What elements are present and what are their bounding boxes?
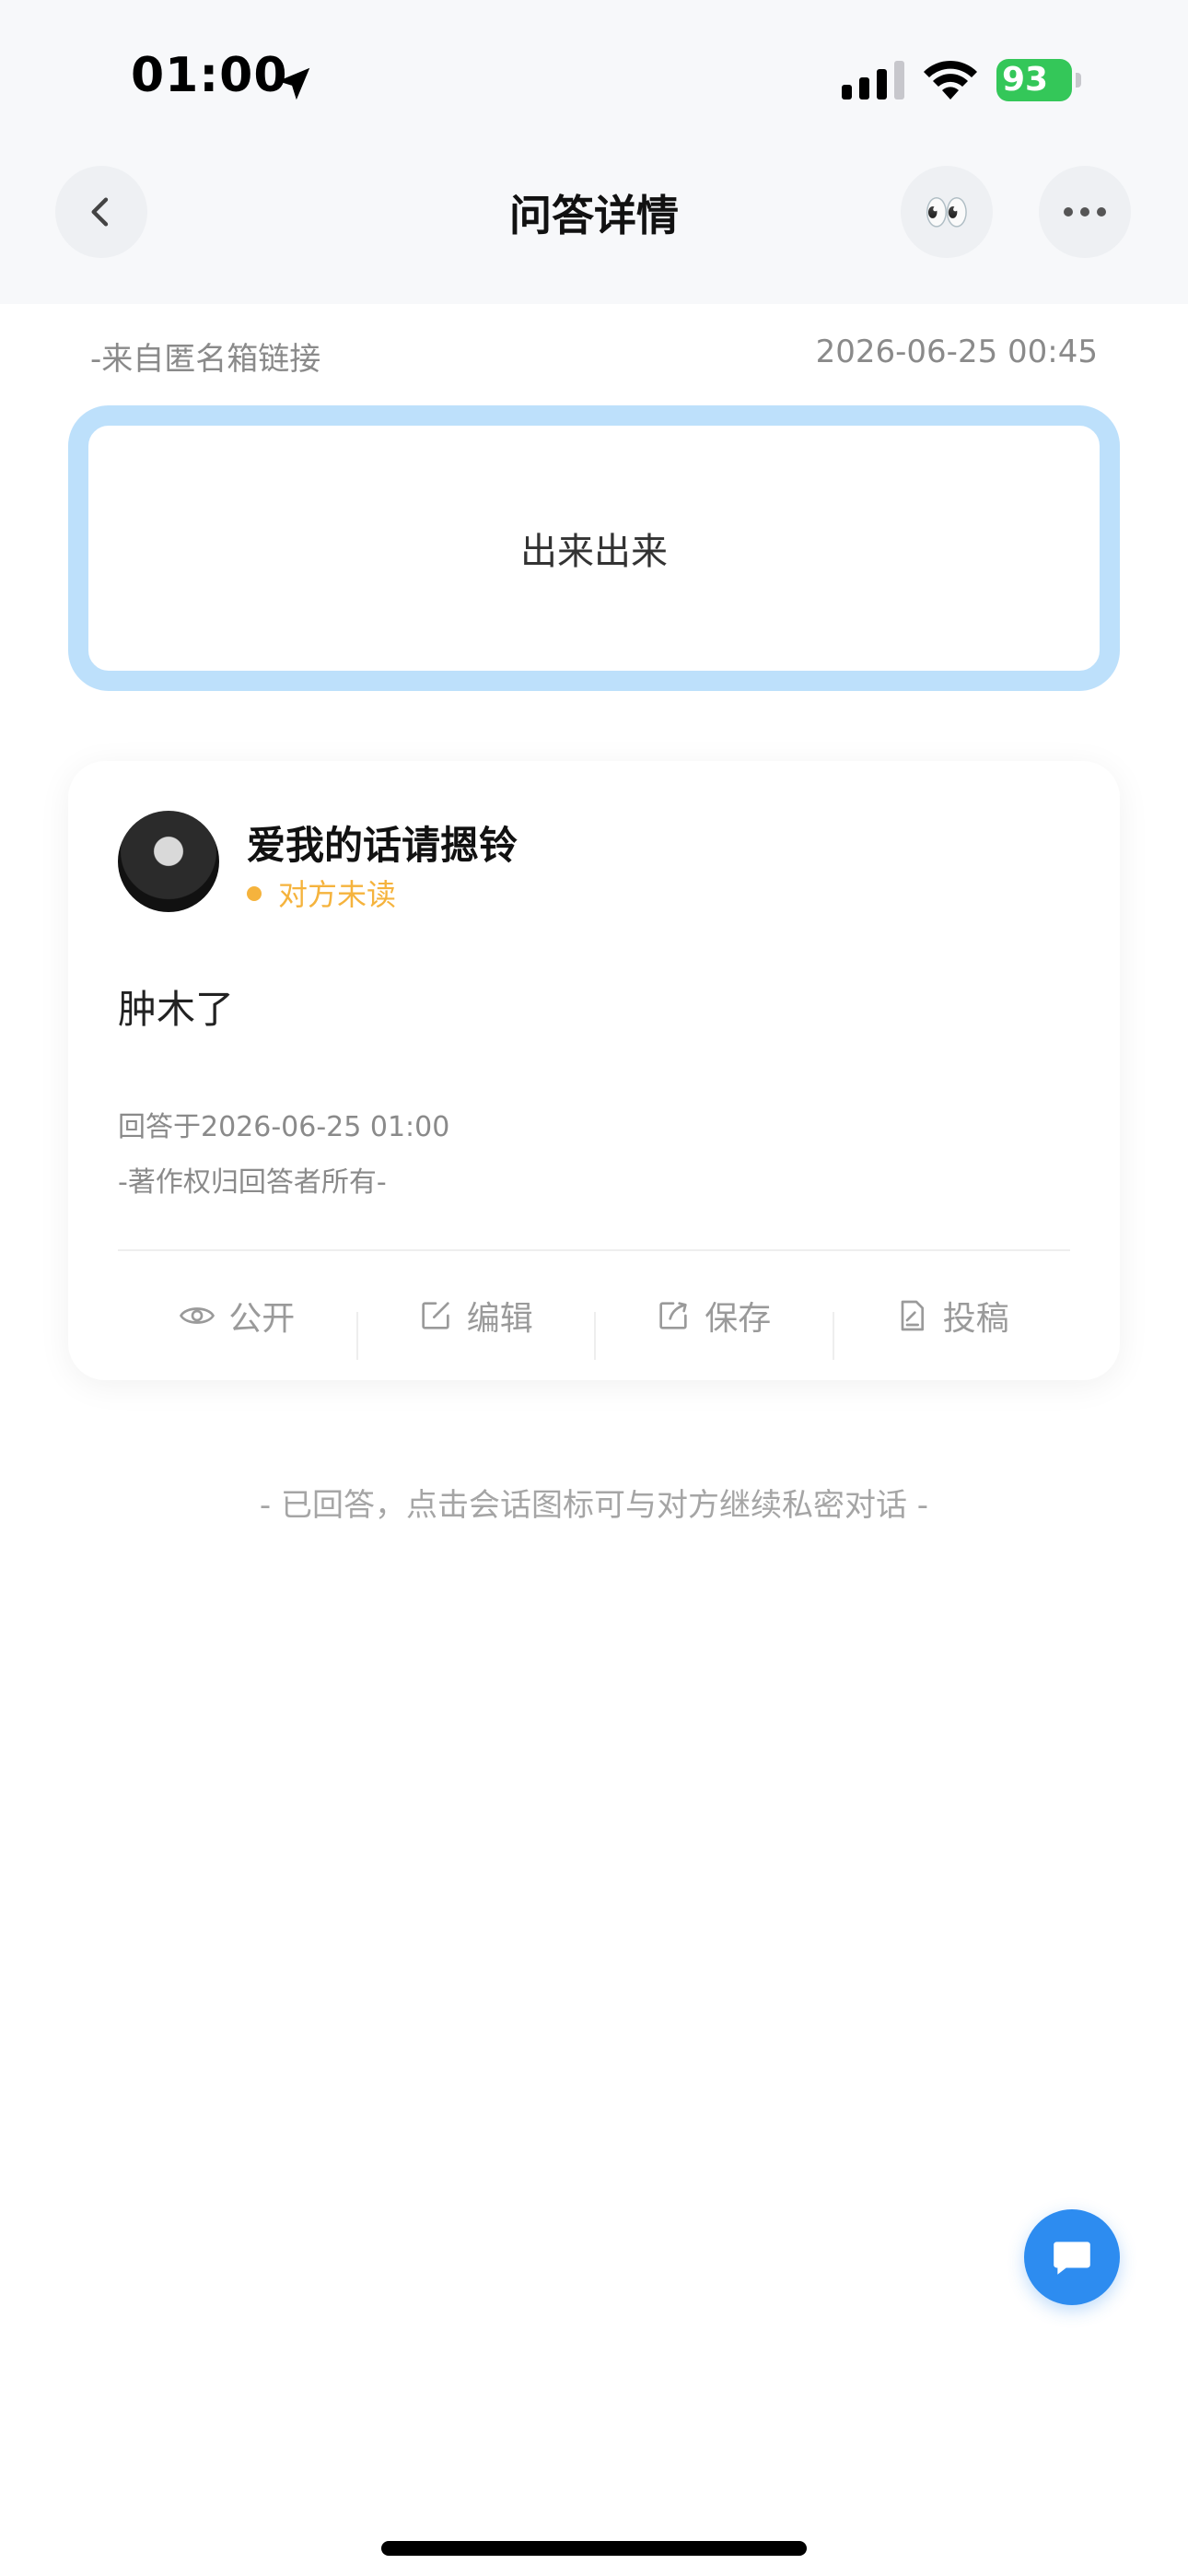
battery-level: 93 bbox=[1002, 61, 1049, 99]
cellular-signal-icon bbox=[842, 61, 904, 100]
public-label: 公开 bbox=[228, 1300, 296, 1338]
submit-button[interactable]: 投稿 bbox=[832, 1292, 1071, 1360]
edit-button[interactable]: 编辑 bbox=[355, 1292, 595, 1360]
divider bbox=[118, 1249, 1070, 1251]
eyes-button[interactable]: 👀 bbox=[901, 166, 993, 258]
wifi-icon bbox=[924, 60, 977, 100]
top-bar: 01:00 93 问答详情 👀 bbox=[0, 0, 1188, 304]
chat-bubble-icon bbox=[1054, 2242, 1090, 2275]
answered-at: 回答于2026-06-25 01:00 bbox=[118, 1111, 450, 1143]
unread-status-dot bbox=[247, 886, 262, 901]
read-status: 对方未读 bbox=[278, 877, 397, 912]
chat-button[interactable] bbox=[1024, 2209, 1120, 2305]
copyright-note: -著作权归回答者所有- bbox=[118, 1166, 387, 1199]
document-icon bbox=[901, 1300, 924, 1331]
edit-icon bbox=[422, 1302, 449, 1329]
battery-tip bbox=[1076, 73, 1081, 88]
footer-note: - 已回答，点击会话图标可与对方继续私密对话 - bbox=[259, 1487, 929, 1524]
home-indicator[interactable] bbox=[381, 2541, 807, 2556]
question-source: -来自匿名箱链接 bbox=[90, 341, 321, 378]
location-arrow-icon bbox=[277, 67, 310, 100]
share-export-icon bbox=[659, 1302, 687, 1329]
battery-charging-icon: 93 bbox=[996, 59, 1083, 101]
ellipsis-icon bbox=[1064, 207, 1106, 217]
eye-icon bbox=[180, 1307, 215, 1324]
question-text: 出来出来 bbox=[520, 531, 668, 573]
save-label: 保存 bbox=[705, 1300, 772, 1338]
answer-card: 爱我的话请摁铃 对方未读 肿木了 回答于2026-06-25 01:00 -著作… bbox=[68, 761, 1120, 1380]
save-button[interactable]: 保存 bbox=[594, 1292, 833, 1360]
more-button[interactable] bbox=[1039, 166, 1131, 258]
edit-label: 编辑 bbox=[466, 1300, 533, 1338]
answer-text: 肿木了 bbox=[118, 987, 235, 1032]
user-name[interactable]: 爱我的话请摁铃 bbox=[247, 814, 518, 871]
avatar[interactable] bbox=[118, 811, 219, 912]
question-card: 出来出来 bbox=[68, 405, 1120, 691]
eyes-emoji-icon: 👀 bbox=[924, 191, 970, 234]
public-button[interactable]: 公开 bbox=[118, 1292, 356, 1340]
question-time: 2026-06-25 00:45 bbox=[815, 334, 1098, 370]
page-title: 问答详情 bbox=[509, 191, 679, 240]
answer-actions: 公开 编辑 保存 投稿 bbox=[118, 1270, 1070, 1362]
status-time: 01:00 bbox=[131, 48, 288, 103]
submit-label: 投稿 bbox=[942, 1300, 1009, 1338]
